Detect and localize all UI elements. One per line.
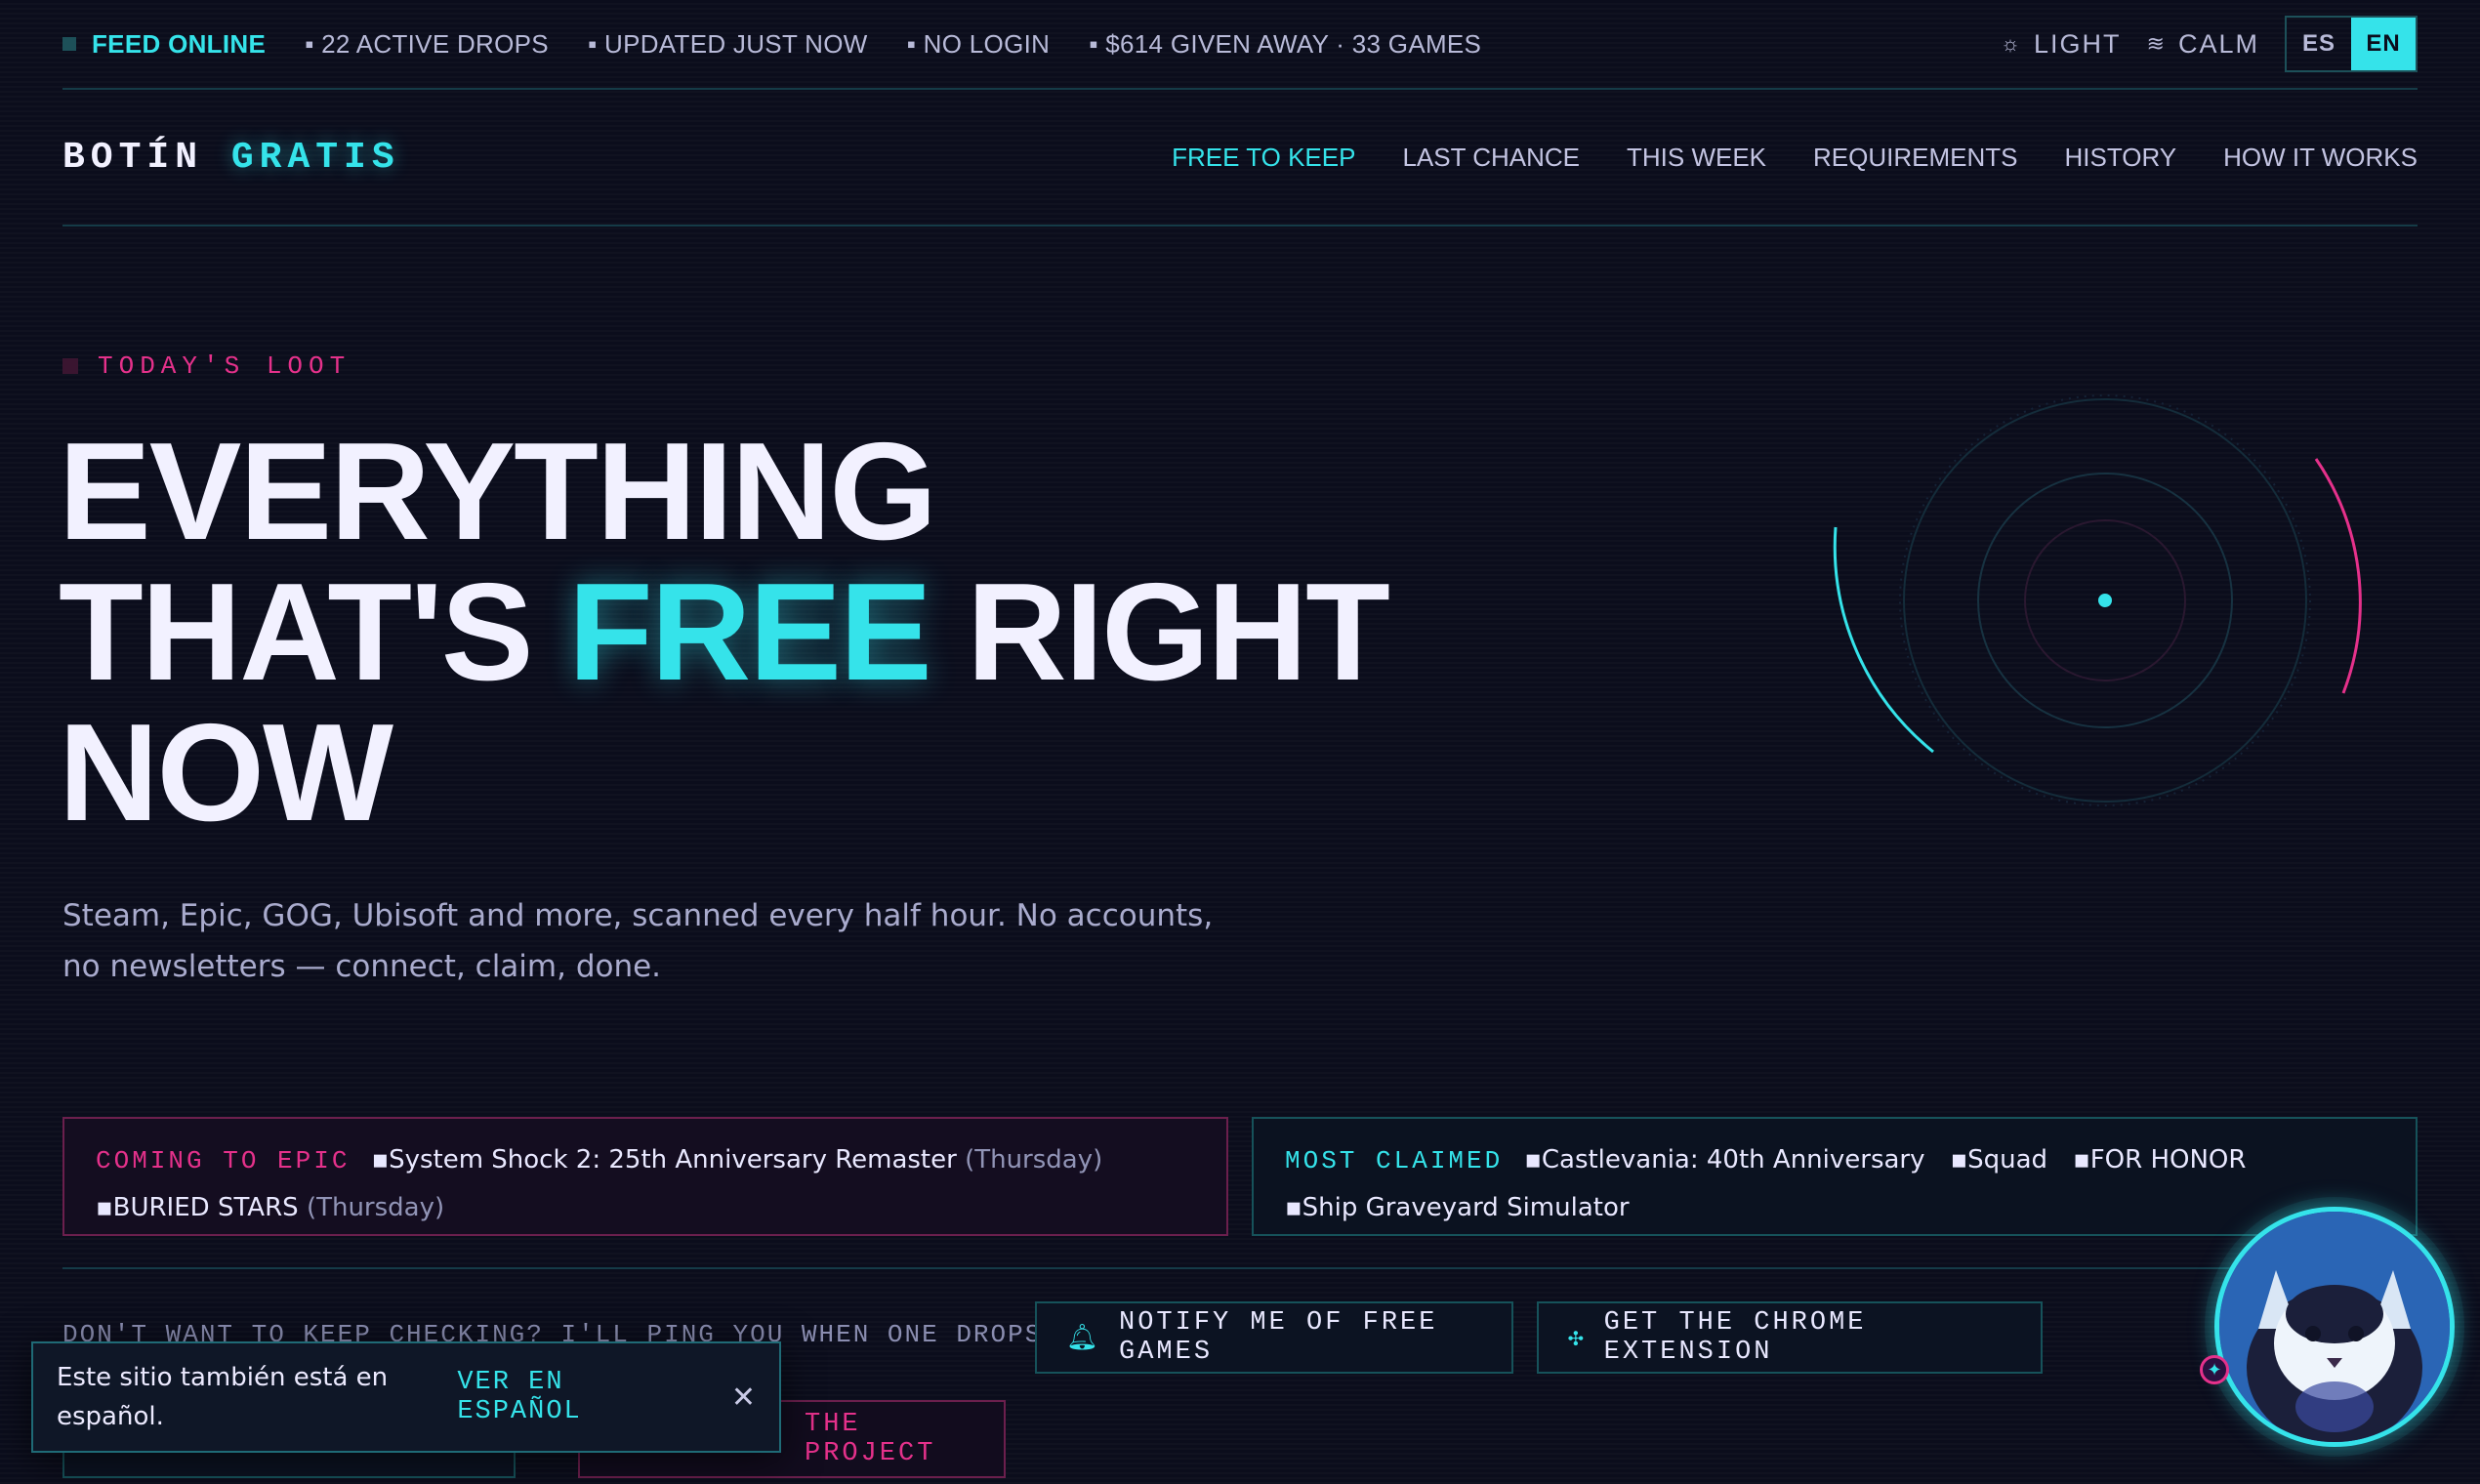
logo-main: BOTÍN <box>62 136 204 179</box>
view-spanish-link[interactable]: VER EN ESPAÑOL <box>457 1368 700 1426</box>
nav-item-last-chance[interactable]: LAST CHANCE <box>1402 143 1580 173</box>
claimed-game-4[interactable]: Ship Graveyard Simulator <box>1285 1193 1630 1222</box>
coming-label: COMING TO EPIC <box>96 1146 351 1175</box>
lang-es-button[interactable]: ES <box>2287 18 2351 70</box>
nav-item-this-week[interactable]: THIS WEEK <box>1627 143 1766 173</box>
status-item-login: NO LOGIN <box>907 29 1051 60</box>
headline-line-1: EVERYTHING <box>59 414 937 569</box>
sun-icon: ☼ <box>2000 31 2023 56</box>
status-bar: FEED ONLINE 22 ACTIVE DROPS UPDATED JUST… <box>62 0 2418 90</box>
status-indicator <box>62 37 76 51</box>
notify-button[interactable]: 🔔︎ NOTIFY ME OF FREE GAMES <box>1035 1301 1513 1374</box>
puzzle-icon: ✣ <box>1568 1323 1587 1353</box>
avatar-badge-icon: ✦ <box>2200 1355 2229 1384</box>
headline-line-2b: RIGHT <box>930 555 1390 710</box>
claimed-game-3[interactable]: FOR HONOR <box>2073 1145 2246 1175</box>
headline-line-3: NOW <box>59 695 393 850</box>
chrome-extension-button[interactable]: ✣ GET THE CHROME EXTENSION <box>1537 1301 2043 1374</box>
main-nav: BOTÍN GRATIS FREE TO KEEP LAST CHANCE TH… <box>62 90 2418 227</box>
nav-item-history[interactable]: HISTORY <box>2065 143 2177 173</box>
section-divider <box>62 1267 2418 1269</box>
nav-item-requirements[interactable]: REQUIREMENTS <box>1813 143 2017 173</box>
coming-game-1-title: System Shock 2: 25th Anniversary Remaste… <box>389 1145 957 1175</box>
light-label: LIGHT <box>2034 28 2122 59</box>
calm-toggle[interactable]: ≋ CALM <box>2147 29 2259 60</box>
status-item-given: $614 GIVEN AWAY · 33 GAMES <box>1089 29 1481 60</box>
coming-game-2[interactable]: BURIED STARS (Thursday) <box>96 1193 444 1222</box>
logo-highlight: GRATIS <box>230 136 400 179</box>
coming-game-2-title: BURIED STARS <box>112 1193 299 1222</box>
coming-game-1[interactable]: System Shock 2: 25th Anniversary Remaste… <box>371 1145 1102 1175</box>
language-switch: ES EN <box>2285 16 2418 72</box>
claimed-game-1[interactable]: Castlevania: 40th Anniversary <box>1524 1145 1924 1175</box>
lang-en-button[interactable]: EN <box>2351 18 2416 70</box>
claimed-label: MOST CLAIMED <box>1285 1146 1504 1175</box>
project-label: THE PROJECT <box>805 1410 936 1468</box>
cat-portrait <box>2219 1212 2450 1442</box>
nav-item-how-it-works[interactable]: HOW IT WORKS <box>2223 143 2418 173</box>
bell-icon: 🔔︎ <box>1066 1323 1102 1353</box>
calm-label: CALM <box>2177 28 2259 59</box>
hero-subtitle: Steam, Epic, GOG, Ubisoft and more, scan… <box>62 898 1214 984</box>
page-title: EVERYTHING THAT'S FREE RIGHT NOW <box>59 422 1426 844</box>
feed-status-label: FEED ONLINE <box>92 28 267 59</box>
wind-icon: ≋ <box>2146 31 2167 56</box>
status-item-drops: 22 ACTIVE DROPS <box>305 29 549 60</box>
headline-free: FREE <box>567 555 932 710</box>
nav-item-free-to-keep[interactable]: FREE TO KEEP <box>1172 143 1355 173</box>
coming-game-1-day: (Thursday) <box>965 1145 1103 1175</box>
claimed-game-2[interactable]: Squad <box>1951 1145 2048 1175</box>
eyebrow-label: TODAY'S LOOT <box>98 351 351 381</box>
mascot-avatar[interactable] <box>2214 1207 2455 1447</box>
coming-game-2-day: (Thursday) <box>306 1193 445 1222</box>
close-icon[interactable]: ✕ <box>731 1381 756 1415</box>
status-item-updated: UPDATED JUST NOW <box>588 29 868 60</box>
notify-label: NOTIFY ME OF FREE GAMES <box>1119 1308 1438 1367</box>
popup-message: Este sitio también está en español. <box>57 1363 389 1431</box>
light-toggle[interactable]: ☼ LIGHT <box>2001 29 2122 60</box>
headline-line-2a: THAT'S <box>59 555 568 710</box>
extension-label: GET THE CHROME EXTENSION <box>1603 1308 1867 1367</box>
site-logo[interactable]: BOTÍN GRATIS <box>62 137 400 179</box>
nav-menu: FREE TO KEEP LAST CHANCE THIS WEEK REQUI… <box>1172 143 2418 173</box>
most-claimed-strip: MOST CLAIMED Castlevania: 40th Anniversar… <box>1252 1117 2418 1236</box>
hero-eyebrow: TODAY'S LOOT <box>62 351 351 381</box>
feed-status: FEED ONLINE <box>62 29 266 60</box>
language-suggestion-popup: Este sitio también está en español. VER … <box>31 1341 781 1453</box>
radar-graphic <box>1833 394 2362 806</box>
coming-to-epic-strip: COMING TO EPIC System Shock 2: 25th Anniv… <box>62 1117 1228 1236</box>
eyebrow-marker <box>62 358 78 374</box>
